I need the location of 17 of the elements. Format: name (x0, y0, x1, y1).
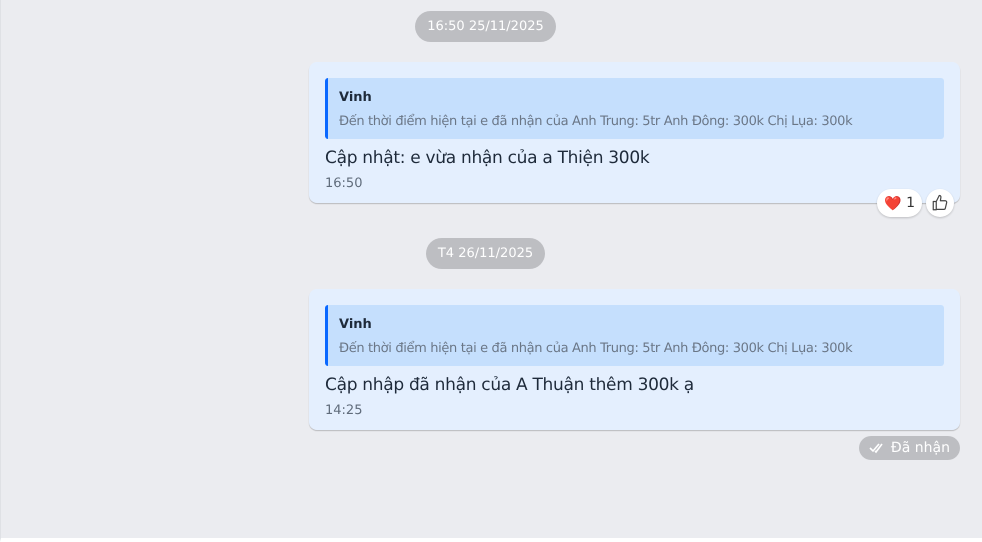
message-text: Cập nhập đã nhận của A Thuận thêm 300k ạ (325, 375, 695, 395)
quote-author: Vinh (339, 317, 373, 332)
like-button[interactable] (926, 189, 954, 217)
quote-text: Đến thời điểm hiện tại e đã nhận của Anh Trung: 5tr Anh Đông: 300k Chị Lụa: 300k (339, 114, 854, 129)
message-time: 16:50 (325, 176, 364, 191)
thumbs-up-icon (931, 194, 949, 212)
quote-author: Vinh (339, 90, 373, 105)
quoted-message[interactable]: Vinh Đến thời điểm hiện tại e đã nhận của Anh Trung: 5tr Anh Đông: 300k Chị Lụa: 300k (325, 305, 944, 366)
quoted-message[interactable]: Vinh Đến thời điểm hiện tại e đã nhận của Anh Trung: 5tr Anh Đông: 300k Chị Lụa: 300k (325, 78, 944, 139)
read-status: Đã nhận (858, 436, 960, 460)
message-time: 14:25 (325, 403, 364, 418)
message-text: Cập nhật: e vừa nhận của a Thiện 300k (325, 148, 650, 168)
reaction-chip[interactable]: ❤ 1 (877, 189, 922, 217)
double-check-icon (868, 442, 885, 454)
date-divider: T4 26/11/2025 (426, 238, 546, 269)
date-divider: 16:50 25/11/2025 (415, 11, 556, 42)
quote-text: Đến thời điểm hiện tại e đã nhận của Anh Trung: 5tr Anh Đông: 300k Chị Lụa: 300k (339, 341, 854, 356)
